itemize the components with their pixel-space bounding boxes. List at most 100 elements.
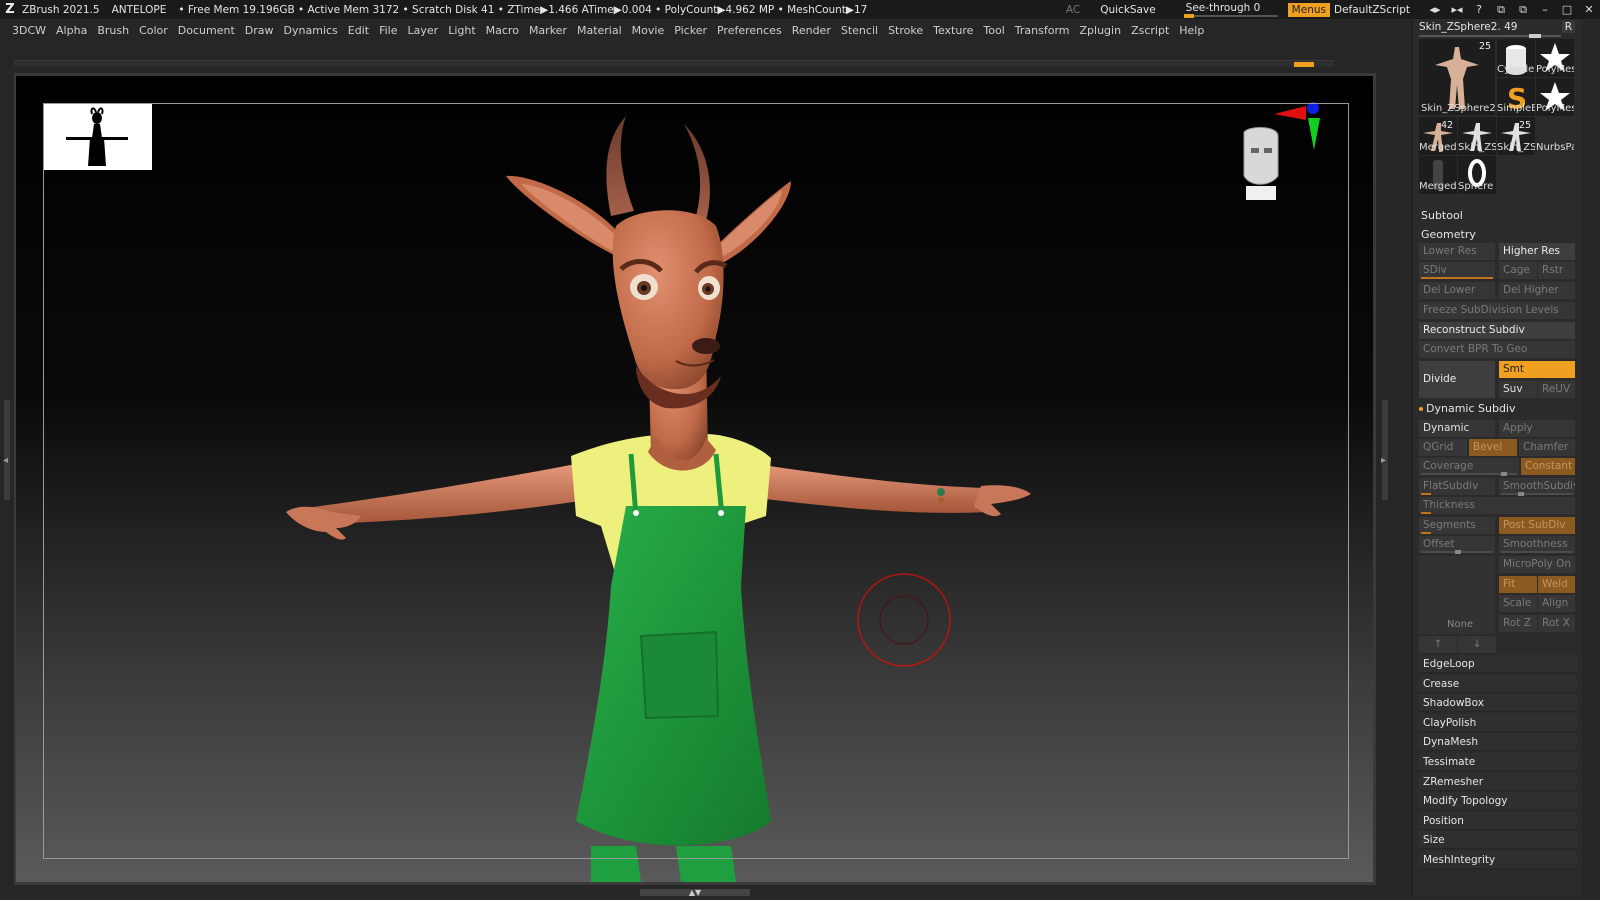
- r-button[interactable]: R: [1561, 21, 1575, 33]
- apply-button[interactable]: Apply: [1499, 420, 1575, 437]
- menu-movie[interactable]: Movie: [632, 24, 665, 37]
- window-control-1[interactable]: ◂▸: [1424, 3, 1446, 16]
- help-icon[interactable]: ?: [1468, 3, 1490, 16]
- maximize-button[interactable]: □: [1556, 3, 1578, 16]
- subtool-section[interactable]: Subtool: [1421, 209, 1463, 222]
- default-zscript-button[interactable]: DefaultZScript: [1334, 4, 1410, 16]
- menu-document[interactable]: Document: [178, 24, 235, 37]
- section-position[interactable]: Position: [1419, 811, 1577, 830]
- menu-draw[interactable]: Draw: [245, 24, 274, 37]
- del-higher-button[interactable]: Del Higher: [1499, 282, 1575, 299]
- post-subdiv-toggle[interactable]: Post SubDiv: [1499, 517, 1575, 534]
- section-zremesher[interactable]: ZRemesher: [1419, 772, 1577, 791]
- qgrid-slider[interactable]: QGrid: [1419, 439, 1467, 456]
- document-border: [43, 103, 1349, 859]
- ac-button[interactable]: AC: [1066, 4, 1080, 16]
- fit-toggle[interactable]: Fit: [1499, 576, 1537, 593]
- layout-alt-icon[interactable]: ⧉: [1512, 3, 1534, 17]
- quicksave-button[interactable]: QuickSave: [1100, 4, 1155, 16]
- menu-3dcw[interactable]: 3DCW: [12, 24, 46, 37]
- menu-marker[interactable]: Marker: [529, 24, 567, 37]
- del-lower-button[interactable]: Del Lower: [1419, 282, 1495, 299]
- menu-edit[interactable]: Edit: [348, 24, 369, 37]
- rstr-button[interactable]: Rstr: [1538, 262, 1575, 279]
- menu-texture[interactable]: Texture: [933, 24, 973, 37]
- constant-toggle[interactable]: Constant: [1521, 458, 1575, 475]
- convert-bpr-button[interactable]: Convert BPR To Geo: [1419, 341, 1575, 358]
- menu-zplugin[interactable]: Zplugin: [1080, 24, 1122, 37]
- dynamic-subdiv-section[interactable]: Dynamic Subdiv: [1419, 402, 1516, 415]
- menu-macro[interactable]: Macro: [486, 24, 519, 37]
- section-shadowbox[interactable]: ShadowBox: [1419, 694, 1577, 713]
- menu-help[interactable]: Help: [1179, 24, 1204, 37]
- window-control-2[interactable]: ▸◂: [1446, 3, 1468, 16]
- rot-z-slider[interactable]: Rot Z: [1499, 615, 1537, 632]
- menu-dynamics[interactable]: Dynamics: [284, 24, 338, 37]
- current-tool-slider[interactable]: Skin_ZSphere2. 49 R: [1419, 21, 1581, 38]
- higher-res-button[interactable]: Higher Res: [1499, 243, 1575, 260]
- geometry-section[interactable]: Geometry: [1421, 228, 1476, 241]
- right-tray-handle[interactable]: [1382, 400, 1388, 500]
- menu-alpha[interactable]: Alpha: [56, 24, 87, 37]
- menu-tool[interactable]: Tool: [983, 24, 1004, 37]
- menu-stencil[interactable]: Stencil: [841, 24, 878, 37]
- menu-color[interactable]: Color: [139, 24, 168, 37]
- menu-preferences[interactable]: Preferences: [717, 24, 782, 37]
- section-size[interactable]: Size: [1419, 831, 1577, 850]
- freeze-subdivision-button[interactable]: Freeze SubDivision Levels: [1419, 302, 1575, 319]
- menu-picker[interactable]: Picker: [674, 24, 707, 37]
- reconstruct-subdiv-button[interactable]: Reconstruct Subdiv: [1419, 322, 1575, 339]
- scale-slider[interactable]: Scale: [1499, 595, 1537, 612]
- top-shelf: [14, 60, 1334, 67]
- menu-material[interactable]: Material: [577, 24, 622, 37]
- see-through-slider[interactable]: See-through 0: [1182, 1, 1280, 18]
- rot-x-slider[interactable]: Rot X: [1538, 615, 1575, 632]
- tool-label: Skin_ZSphere2: [1421, 103, 1496, 114]
- menu-brush[interactable]: Brush: [97, 24, 129, 37]
- bevel-toggle[interactable]: Bevel: [1469, 439, 1517, 456]
- close-button[interactable]: ✕: [1578, 3, 1600, 16]
- menu-layer[interactable]: Layer: [408, 24, 439, 37]
- left-tray-handle[interactable]: [4, 400, 10, 500]
- divide-button[interactable]: Divide: [1419, 361, 1495, 398]
- zbrush-logo-icon: Z: [5, 1, 15, 17]
- menu-light[interactable]: Light: [448, 24, 475, 37]
- section-dynamesh[interactable]: DynaMesh: [1419, 733, 1577, 752]
- section-crease[interactable]: Crease: [1419, 674, 1577, 693]
- section-modify-topology[interactable]: Modify Topology: [1419, 792, 1577, 811]
- bottom-tray-handle[interactable]: ▲▼: [640, 888, 750, 897]
- left-tray-arrow-icon[interactable]: ◂: [3, 455, 8, 466]
- layout-icon[interactable]: ⧉: [1490, 3, 1512, 17]
- suv-toggle[interactable]: Suv: [1499, 381, 1537, 398]
- menus-toggle-button[interactable]: Menus: [1287, 2, 1330, 17]
- menu-render[interactable]: Render: [792, 24, 831, 37]
- chamfer-toggle[interactable]: Chamfer: [1519, 439, 1575, 456]
- reuv-toggle[interactable]: ReUV: [1538, 381, 1575, 398]
- tool-palette: Skin_ZSphere2. 49 R 25 Skin_ZSphere2 Cyl…: [1412, 19, 1582, 895]
- menu-file[interactable]: File: [379, 24, 397, 37]
- minimize-button[interactable]: –: [1534, 3, 1556, 16]
- dynamic-button[interactable]: Dynamic: [1419, 420, 1495, 437]
- micropoly-on-toggle[interactable]: MicroPoly On: [1499, 556, 1575, 573]
- project-name: ANTELOPE: [111, 3, 167, 16]
- menu-bar: 3DCW Alpha Brush Color Document Draw Dynamics E…: [0, 20, 1400, 40]
- navigator-thumbnail[interactable]: [44, 104, 152, 170]
- menu-stroke[interactable]: Stroke: [888, 24, 923, 37]
- section-claypolish[interactable]: ClayPolish: [1419, 713, 1577, 732]
- smt-toggle[interactable]: Smt: [1499, 361, 1575, 378]
- section-tessimate[interactable]: Tessimate: [1419, 753, 1577, 771]
- align-toggle[interactable]: Align: [1538, 595, 1575, 612]
- section-meshintegrity[interactable]: MeshIntegrity: [1419, 851, 1577, 869]
- menu-zscript[interactable]: Zscript: [1131, 24, 1169, 37]
- canvas-viewport[interactable]: [16, 76, 1373, 882]
- thickness-slider[interactable]: Thickness: [1419, 497, 1575, 514]
- arrow-up-button[interactable]: ↑: [1419, 636, 1457, 653]
- lower-res-button[interactable]: Lower Res: [1419, 243, 1495, 260]
- weld-toggle[interactable]: Weld: [1538, 576, 1575, 593]
- arrow-down-button[interactable]: ↓: [1458, 636, 1496, 653]
- cage-button[interactable]: Cage: [1499, 262, 1537, 279]
- section-edgeloop[interactable]: EdgeLoop: [1419, 655, 1577, 673]
- right-tray-arrow-icon[interactable]: ▸: [1381, 455, 1386, 466]
- menu-transform[interactable]: Transform: [1015, 24, 1070, 37]
- status-stats: • Free Mem 19.196GB • Active Mem 3172 • …: [178, 3, 868, 16]
